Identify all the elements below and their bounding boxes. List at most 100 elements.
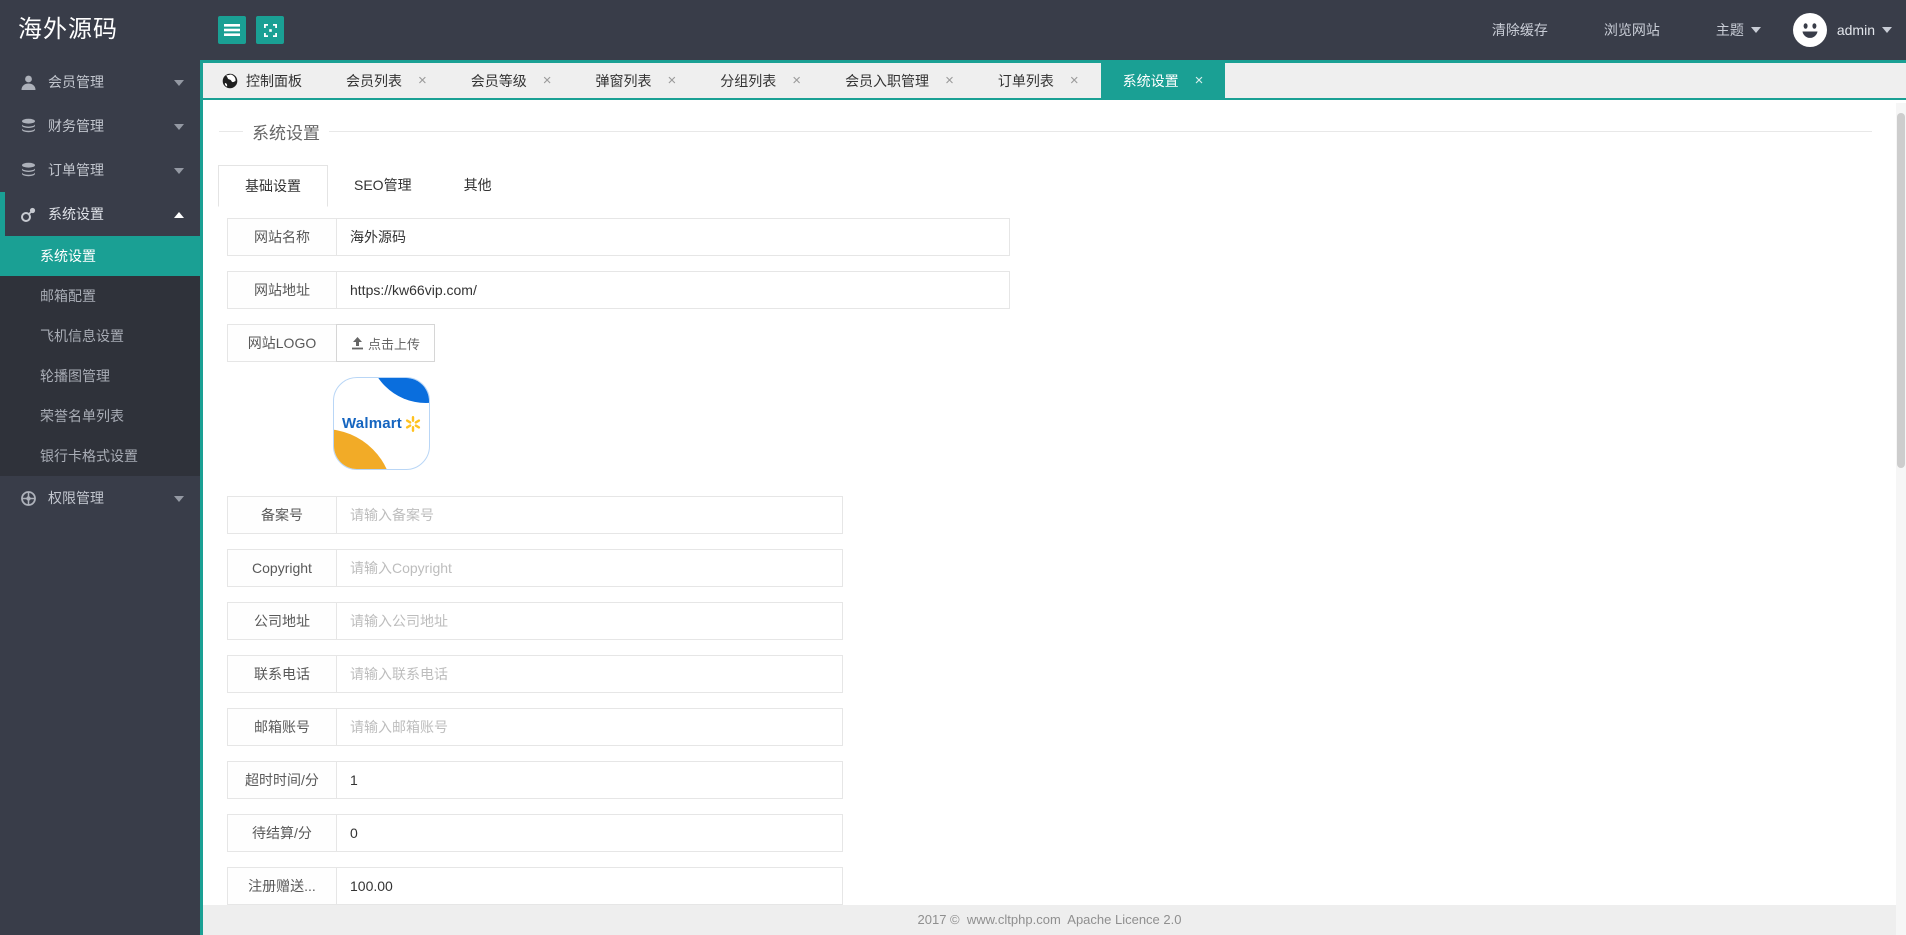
close-icon[interactable]: × <box>945 73 954 88</box>
window-tabstrip: 控制面板 会员列表 × 会员等级 × 弹窗列表 × 分组列表 × 会员入职管理 … <box>200 60 1906 100</box>
sidebar-item-label: 系统设置 <box>48 206 104 222</box>
section-heading: 系统设置 <box>219 119 1872 144</box>
tab-label: 会员等级 <box>470 72 527 89</box>
toggle-sidebar-button[interactable] <box>218 16 246 44</box>
form-row-site-url: 网站地址 <box>227 271 1896 309</box>
close-icon[interactable]: × <box>418 73 427 88</box>
tab-member-level[interactable]: 会员等级 × <box>449 63 574 98</box>
field-label: 公司地址 <box>227 602 337 640</box>
theme-dropdown[interactable]: 主题 <box>1688 20 1779 40</box>
chevron-down-icon <box>174 496 184 502</box>
tab-label: 会员列表 <box>346 72 402 89</box>
sidebar-item-members[interactable]: 会员管理 <box>0 60 200 104</box>
sidebar: 海外源码 会员管理 财务管理 订单管理 系统设置 系统设置 邮箱配置 飞机信息设… <box>0 0 200 935</box>
scrollbar-thumb[interactable] <box>1897 113 1905 468</box>
upload-button-label: 点击上传 <box>368 336 421 352</box>
walmart-spark-icon <box>405 415 421 432</box>
tab-label: 订单列表 <box>997 72 1054 89</box>
tab-order-list[interactable]: 订单列表 × <box>976 63 1101 98</box>
submenu-item-mail-config[interactable]: 邮箱配置 <box>0 276 200 316</box>
field-label: 备案号 <box>227 496 337 534</box>
form-row-email-account: 邮箱账号 <box>227 708 1896 746</box>
tab-label: 弹窗列表 <box>595 72 652 89</box>
field-label: 邮箱账号 <box>227 708 337 746</box>
site-name-input[interactable] <box>336 218 1010 256</box>
copyright-input[interactable] <box>336 549 843 587</box>
database-icon <box>22 162 35 179</box>
sidebar-item-label: 订单管理 <box>48 162 104 178</box>
database-icon <box>22 118 35 135</box>
settings-icon <box>21 207 36 222</box>
email-account-input[interactable] <box>336 708 843 746</box>
submenu-item-bankcard-format[interactable]: 银行卡格式设置 <box>0 436 200 476</box>
tab-basic-settings[interactable]: 基础设置 <box>218 165 328 207</box>
close-icon[interactable]: × <box>543 73 552 88</box>
field-label: 网站LOGO <box>227 324 337 362</box>
divider <box>219 131 243 132</box>
tab-label: 分组列表 <box>720 72 777 89</box>
sidebar-item-orders[interactable]: 订单管理 <box>0 148 200 192</box>
sidebar-item-system-settings[interactable]: 系统设置 <box>0 192 200 236</box>
submenu-item-system-settings[interactable]: 系统设置 <box>0 236 200 276</box>
company-address-input[interactable] <box>336 602 843 640</box>
sidebar-item-permissions[interactable]: 权限管理 <box>0 476 200 520</box>
form-row-copyright: Copyright <box>227 549 1896 587</box>
clear-cache-button[interactable]: 清除缓存 <box>1464 20 1576 40</box>
close-icon[interactable]: × <box>1070 73 1079 88</box>
upload-button[interactable]: 点击上传 <box>336 324 436 362</box>
form-row-site-name: 网站名称 <box>227 218 1896 256</box>
walmart-wordmark: Walmart <box>341 415 403 432</box>
contact-phone-input[interactable] <box>336 655 843 693</box>
form-row-pending-settlement: 待结算/分 <box>227 814 1896 852</box>
upload-icon <box>352 336 363 349</box>
tab-seo-management[interactable]: SEO管理 <box>328 165 438 206</box>
submenu-item-carousel[interactable]: 轮播图管理 <box>0 356 200 396</box>
sidebar-item-label: 权限管理 <box>48 490 104 506</box>
form-row-timeout: 超时时间/分 <box>227 761 1896 799</box>
icp-number-input[interactable] <box>336 496 843 534</box>
theme-label: 主题 <box>1715 22 1744 38</box>
tab-group-list[interactable]: 分组列表 × <box>698 63 823 98</box>
tab-popup-list[interactable]: 弹窗列表 × <box>574 63 699 98</box>
chevron-down-icon <box>174 80 184 86</box>
field-label: 注册赠送... <box>227 867 337 905</box>
close-icon[interactable]: × <box>1195 73 1204 88</box>
fullscreen-icon <box>263 23 277 37</box>
pending-settlement-input[interactable] <box>336 814 843 852</box>
user-menu[interactable]: admin <box>1837 22 1892 38</box>
tab-dashboard[interactable]: 控制面板 <box>200 63 324 98</box>
close-icon[interactable]: × <box>668 73 677 88</box>
sidebar-item-finance[interactable]: 财务管理 <box>0 104 200 148</box>
avatar[interactable] <box>1792 13 1827 47</box>
form-row-register-bonus: 注册赠送... <box>227 867 1896 905</box>
chevron-up-icon <box>174 212 184 218</box>
tab-label: 系统设置 <box>1122 72 1179 89</box>
system-settings-submenu: 系统设置 邮箱配置 飞机信息设置 轮播图管理 荣誉名单列表 银行卡格式设置 <box>0 236 200 476</box>
settings-form: 网站名称 网站地址 网站LOGO 点击上传 Walmart <box>227 218 1896 905</box>
form-row-company-address: 公司地址 <box>227 602 1896 640</box>
tab-member-list[interactable]: 会员列表 × <box>324 63 449 98</box>
site-logo-preview[interactable]: Walmart <box>333 377 430 470</box>
close-icon[interactable]: × <box>792 73 801 88</box>
settings-tabs: 基础设置 SEO管理 其他 <box>218 164 1896 207</box>
submenu-item-telegram-info[interactable]: 飞机信息设置 <box>0 316 200 356</box>
tab-system-settings[interactable]: 系统设置 × <box>1100 63 1226 98</box>
page-title: 系统设置 <box>252 124 320 143</box>
tab-other[interactable]: 其他 <box>438 165 518 206</box>
form-row-contact-phone: 联系电话 <box>227 655 1896 693</box>
field-label: 联系电话 <box>227 655 337 693</box>
submenu-item-honor-list[interactable]: 荣誉名单列表 <box>0 396 200 436</box>
timeout-minutes-input[interactable] <box>336 761 843 799</box>
fullscreen-button[interactable] <box>256 16 284 44</box>
user-icon <box>21 75 36 90</box>
tab-member-entry[interactable]: 会员入职管理 × <box>823 63 976 98</box>
scrollbar-track[interactable] <box>1896 103 1906 935</box>
sidebar-item-label: 会员管理 <box>48 74 104 90</box>
register-bonus-input[interactable] <box>336 867 843 905</box>
footer: 2017 © www.cltphp.com Apache Licence 2.0 <box>203 905 1896 935</box>
site-url-input[interactable] <box>336 271 1010 309</box>
form-row-icp: 备案号 <box>227 496 1896 534</box>
chevron-down-icon <box>174 168 184 174</box>
browse-site-button[interactable]: 浏览网站 <box>1576 20 1688 40</box>
topbar: 清除缓存 浏览网站 主题 admin <box>200 0 1906 60</box>
